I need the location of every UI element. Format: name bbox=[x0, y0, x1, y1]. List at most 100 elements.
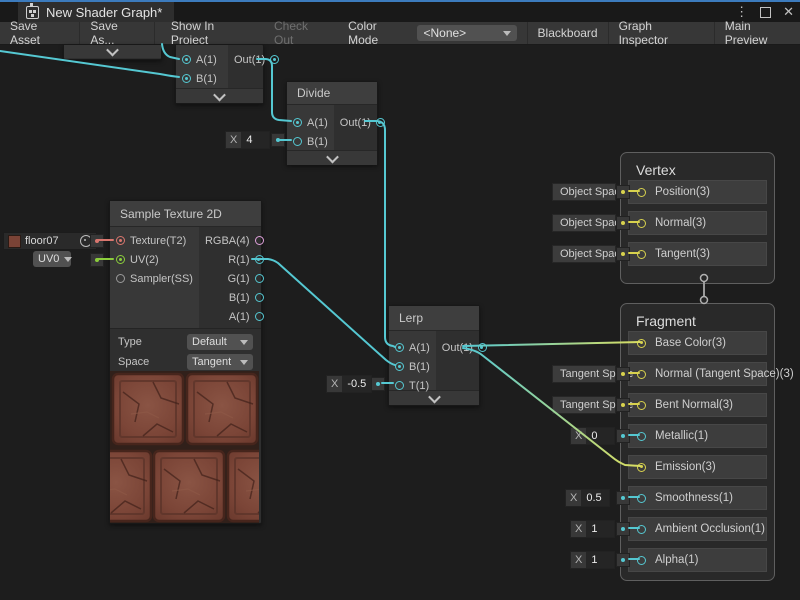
port-divide-b[interactable] bbox=[293, 137, 302, 146]
ambient-occlusion-default-port[interactable] bbox=[616, 522, 630, 536]
block-row-ambient-occlusion[interactable]: Ambient Occlusion(1) bbox=[628, 517, 767, 541]
port-add-a[interactable] bbox=[182, 55, 191, 64]
maximize-icon[interactable] bbox=[760, 7, 771, 18]
vertex-context-block[interactable]: Vertex Position(3) Normal(3) Tangent(3) bbox=[620, 152, 775, 284]
port-texture[interactable] bbox=[116, 236, 125, 245]
ambient-occlusion-default-field[interactable]: X 1 bbox=[570, 520, 615, 538]
node-add[interactable]: A(1) B(1) Out(1) bbox=[175, 44, 264, 104]
block-row-smoothness[interactable]: Smoothness(1) bbox=[628, 486, 767, 510]
chevron-down-icon[interactable] bbox=[213, 88, 226, 101]
divide-b-default-port[interactable] bbox=[271, 133, 285, 147]
field-x-label: X bbox=[571, 430, 586, 442]
smoothness-default-port[interactable] bbox=[616, 491, 630, 505]
save-asset-button[interactable]: Save Asset bbox=[0, 22, 80, 44]
port-a[interactable] bbox=[255, 312, 264, 321]
row-label: Metallic(1) bbox=[655, 430, 708, 442]
bent-normal-space-box[interactable]: Tangent Space bbox=[552, 396, 616, 414]
uv-default-port[interactable] bbox=[90, 253, 104, 267]
node-sample-texture-2d[interactable]: Sample Texture 2D Texture(T2) UV(2) Samp… bbox=[109, 200, 262, 524]
normal-ts-default-port[interactable] bbox=[616, 367, 630, 381]
block-row-position[interactable]: Position(3) bbox=[628, 180, 767, 204]
block-row-tangent[interactable]: Tangent(3) bbox=[628, 242, 767, 266]
chevron-down-icon[interactable] bbox=[106, 44, 119, 57]
field-x-label: X bbox=[566, 492, 581, 504]
alpha-default-port[interactable] bbox=[616, 553, 630, 567]
texture-object-field[interactable]: floor07 bbox=[3, 232, 97, 250]
port-add-b[interactable] bbox=[182, 74, 191, 83]
type-dropdown[interactable]: Default bbox=[187, 334, 253, 350]
collapsed-node-partial[interactable] bbox=[63, 44, 162, 60]
main-preview-button[interactable]: Main Preview bbox=[714, 22, 800, 44]
port-divide-out[interactable] bbox=[376, 118, 385, 127]
port-tangent[interactable] bbox=[637, 250, 646, 259]
metallic-default-port[interactable] bbox=[616, 429, 630, 443]
port-add-out[interactable] bbox=[270, 55, 279, 64]
port-lerp-out[interactable] bbox=[478, 343, 487, 352]
close-icon[interactable]: ✕ bbox=[783, 4, 794, 20]
texture-default-port[interactable] bbox=[90, 234, 104, 248]
lerp-t-default-port[interactable] bbox=[371, 377, 385, 391]
port-normal-tangent-space[interactable] bbox=[637, 370, 646, 379]
tangent-default-port[interactable] bbox=[616, 247, 630, 261]
position-default-port[interactable] bbox=[616, 185, 630, 199]
port-r[interactable] bbox=[255, 255, 264, 264]
lerp-t-default-field[interactable]: X -0.5 bbox=[326, 375, 372, 393]
divide-b-default-field[interactable]: X 4 bbox=[225, 131, 270, 149]
port-position[interactable] bbox=[637, 188, 646, 197]
bent-normal-default-port[interactable] bbox=[616, 398, 630, 412]
port-lerp-a[interactable] bbox=[395, 343, 404, 352]
port-divide-a[interactable] bbox=[293, 118, 302, 127]
normal-default-port[interactable] bbox=[616, 216, 630, 230]
graph-inspector-button[interactable]: Graph Inspector bbox=[608, 22, 714, 44]
wire-sample-r-to-lerp-b[interactable] bbox=[252, 259, 395, 365]
block-row-metallic[interactable]: Metallic(1) bbox=[628, 424, 767, 448]
block-row-normal-ts[interactable]: Normal (Tangent Space)(3) bbox=[628, 362, 767, 386]
save-as-button[interactable]: Save As... bbox=[80, 22, 154, 44]
node-divide[interactable]: Divide A(1) B(1) Out(1) bbox=[286, 81, 378, 165]
port-base-color[interactable] bbox=[637, 339, 646, 348]
port-alpha[interactable] bbox=[637, 556, 646, 565]
field-value[interactable]: -0.5 bbox=[342, 376, 371, 392]
port-metallic[interactable] bbox=[637, 432, 646, 441]
block-row-bent-normal[interactable]: Bent Normal(3) bbox=[628, 393, 767, 417]
tab-title: New Shader Graph* bbox=[46, 5, 162, 20]
block-row-base-color[interactable]: Base Color(3) bbox=[628, 331, 767, 355]
show-in-project-button[interactable]: Show In Project bbox=[161, 22, 264, 44]
space-dropdown[interactable]: Tangent bbox=[187, 354, 253, 370]
block-row-normal[interactable]: Normal(3) bbox=[628, 211, 767, 235]
tangent-space-box[interactable]: Object Space bbox=[552, 245, 616, 263]
smoothness-default-field[interactable]: X 0.5 bbox=[565, 489, 610, 507]
port-smoothness[interactable] bbox=[637, 494, 646, 503]
blackboard-button[interactable]: Blackboard bbox=[527, 22, 608, 44]
uv-channel-dropdown[interactable]: UV0 bbox=[33, 251, 71, 267]
block-row-emission[interactable]: Emission(3) bbox=[628, 455, 767, 479]
field-value[interactable]: 0.5 bbox=[581, 490, 609, 506]
port-rgba[interactable] bbox=[255, 236, 264, 245]
port-uv[interactable] bbox=[116, 255, 125, 264]
position-space-box[interactable]: Object Space bbox=[552, 183, 616, 201]
chevron-down-icon[interactable] bbox=[326, 150, 339, 163]
normal-space-box[interactable]: Object Space bbox=[552, 214, 616, 232]
port-lerp-t[interactable] bbox=[395, 381, 404, 390]
metallic-default-field[interactable]: X 0 bbox=[570, 427, 615, 445]
port-emission[interactable] bbox=[637, 463, 646, 472]
port-normal[interactable] bbox=[637, 219, 646, 228]
port-g[interactable] bbox=[255, 274, 264, 283]
color-mode-dropdown[interactable]: <None> bbox=[417, 25, 516, 41]
port-sampler[interactable] bbox=[116, 274, 125, 283]
window-menu-icon[interactable]: ⋮ bbox=[735, 4, 748, 20]
node-lerp[interactable]: Lerp A(1) B(1) T(1) Out(1) bbox=[388, 305, 480, 406]
normal-ts-space-box[interactable]: Tangent Space bbox=[552, 365, 616, 383]
fragment-context-block[interactable]: Fragment Base Color(3) Normal (Tangent S… bbox=[620, 303, 775, 581]
block-row-alpha[interactable]: Alpha(1) bbox=[628, 548, 767, 572]
field-value[interactable]: 1 bbox=[586, 552, 614, 568]
field-value[interactable]: 4 bbox=[241, 132, 269, 148]
port-ambient-occlusion[interactable] bbox=[637, 525, 646, 534]
field-value[interactable]: 0 bbox=[586, 428, 614, 444]
field-value[interactable]: 1 bbox=[586, 521, 614, 537]
row-label: Bent Normal(3) bbox=[655, 399, 733, 411]
port-bent-normal[interactable] bbox=[637, 401, 646, 410]
port-lerp-b[interactable] bbox=[395, 362, 404, 371]
port-b[interactable] bbox=[255, 293, 264, 302]
alpha-default-field[interactable]: X 1 bbox=[570, 551, 615, 569]
